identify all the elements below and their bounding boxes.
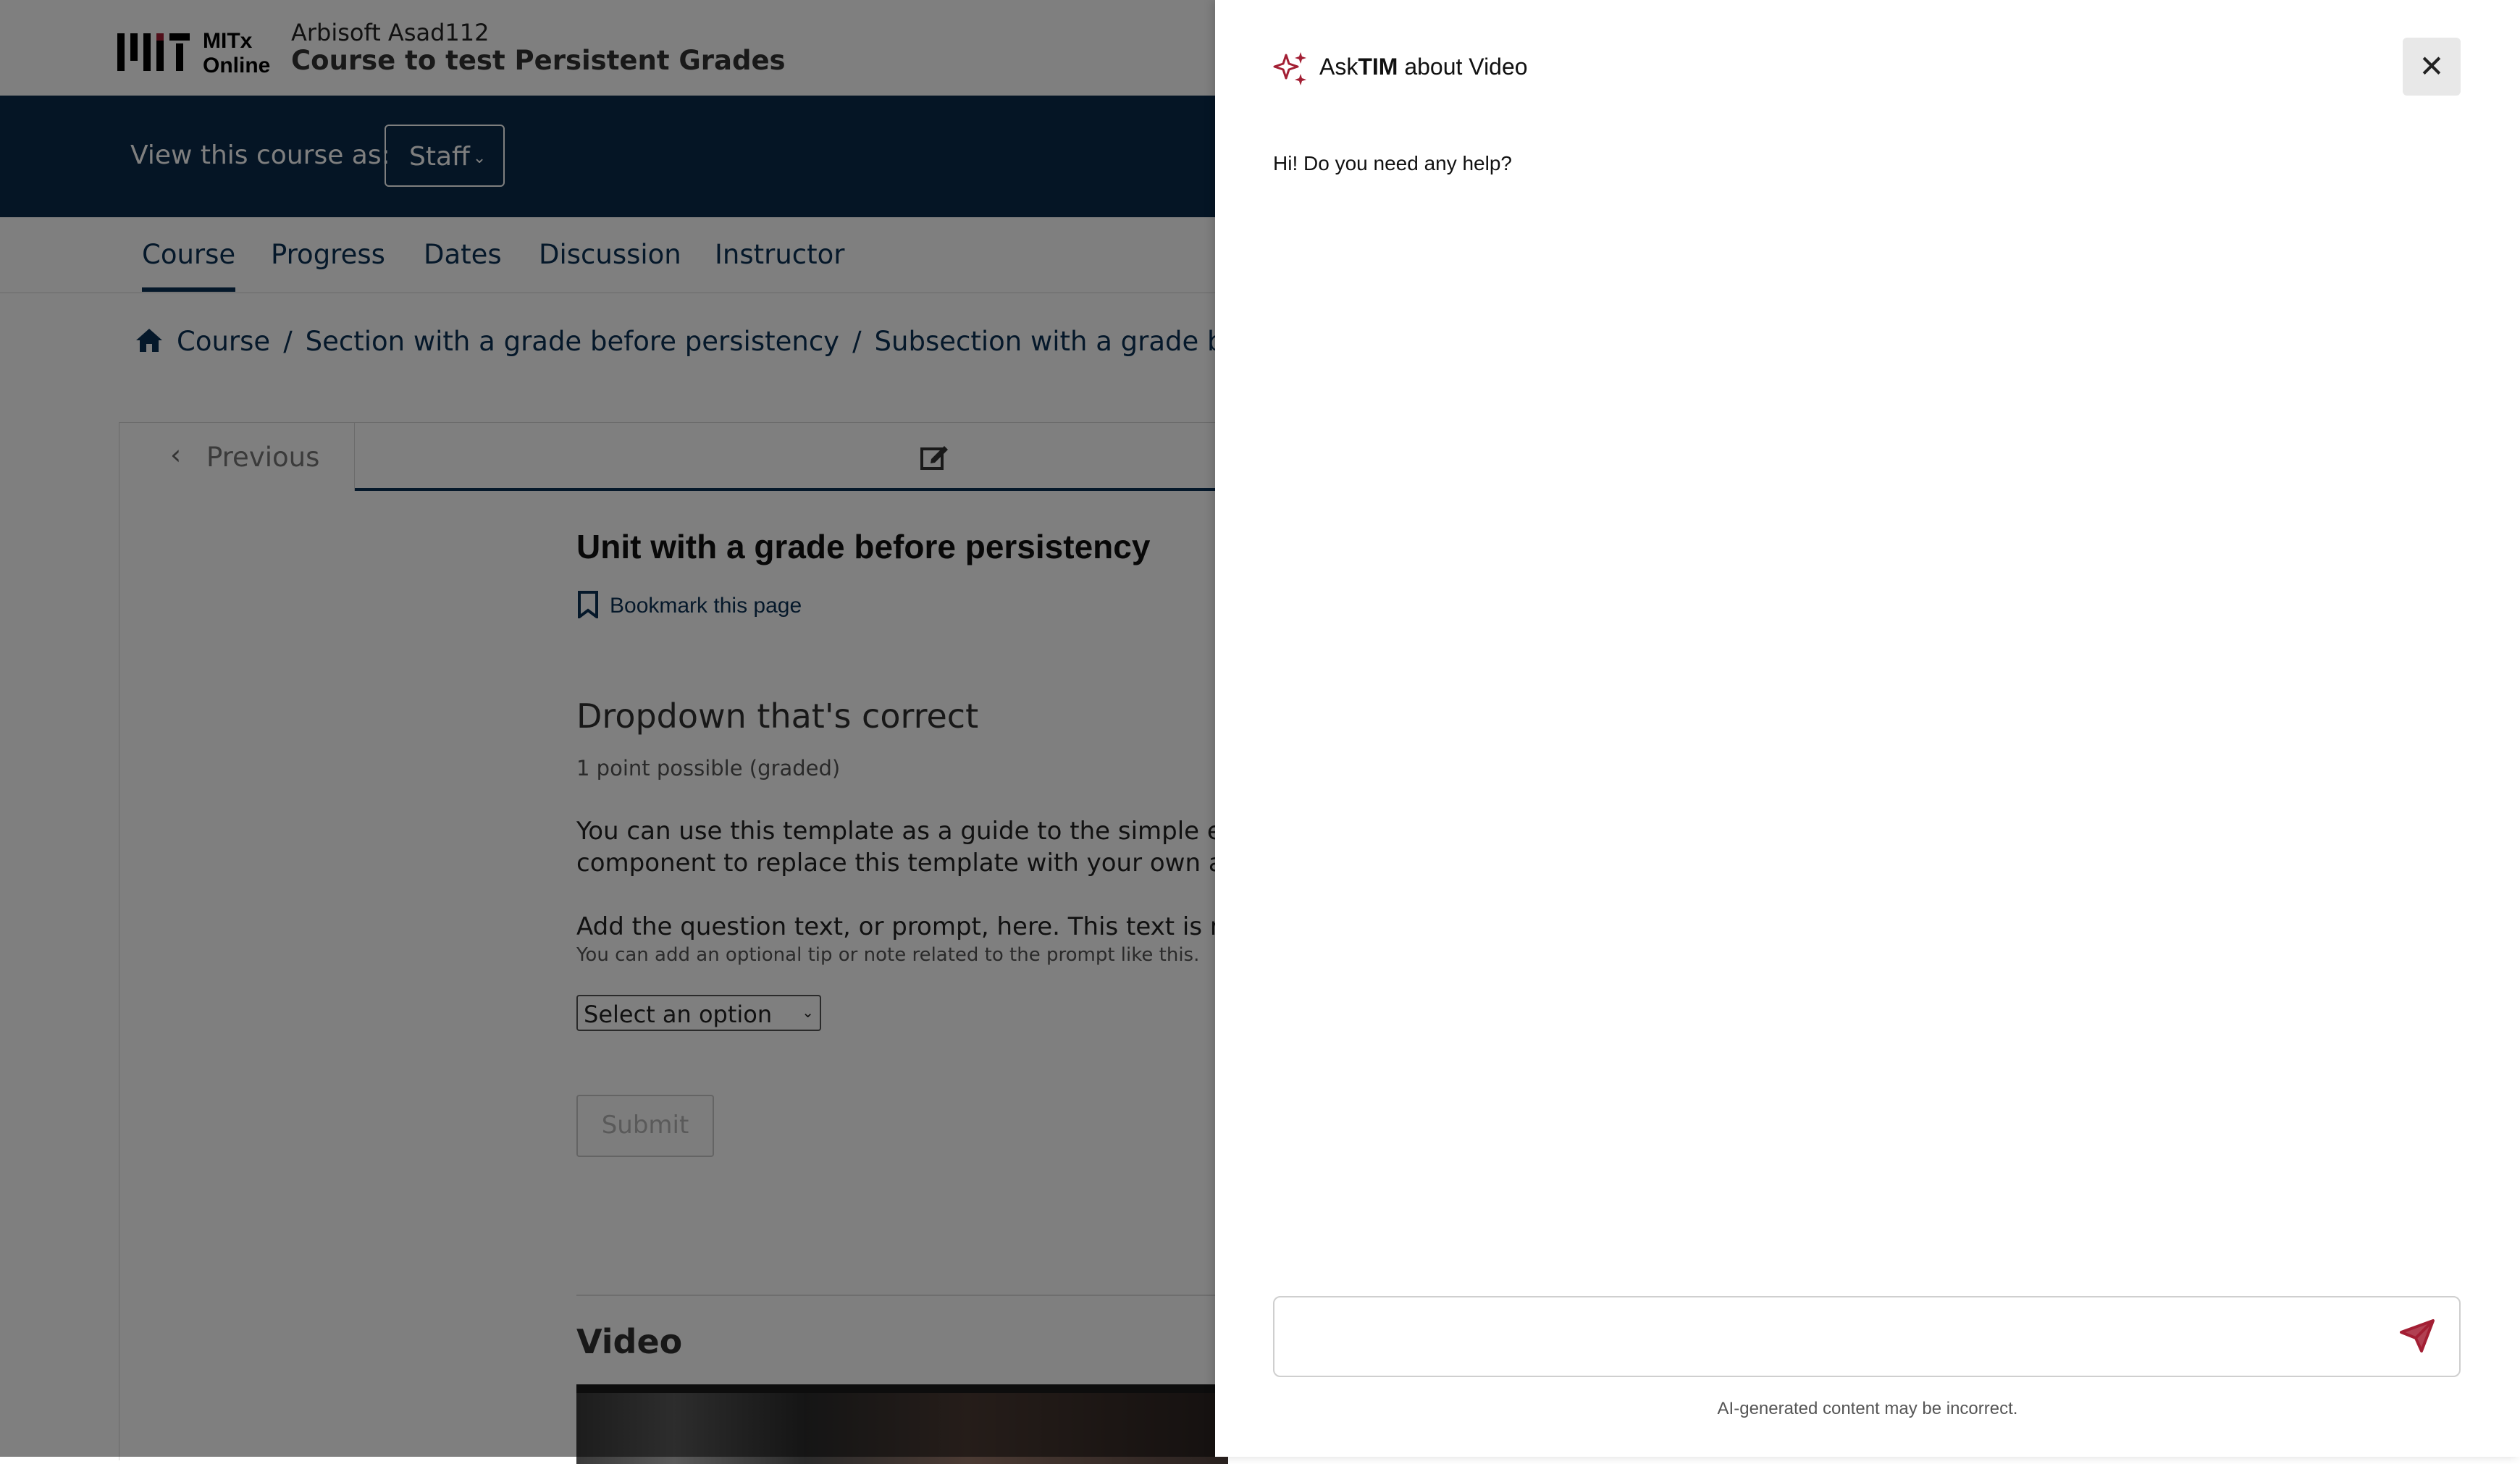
sparkle-icon <box>1273 52 1306 85</box>
asktim-drawer: AskTIM about Video ✕ Hi! Do you need any… <box>1215 0 2520 1457</box>
modal-backdrop[interactable] <box>0 0 1215 1457</box>
drawer-title-suffix: about Video <box>1398 54 1528 80</box>
ai-disclaimer: AI-generated content may be incorrect. <box>1717 1399 2018 1418</box>
close-button[interactable]: ✕ <box>2403 38 2461 96</box>
drawer-title-brand: TIM <box>1358 54 1398 80</box>
drawer-title-prefix: Ask <box>1319 54 1358 80</box>
assistant-greeting: Hi! Do you need any help? <box>1273 152 1512 174</box>
send-icon[interactable] <box>2400 1319 2435 1352</box>
close-icon: ✕ <box>2419 49 2445 83</box>
chat-input[interactable] <box>1273 1296 2461 1377</box>
